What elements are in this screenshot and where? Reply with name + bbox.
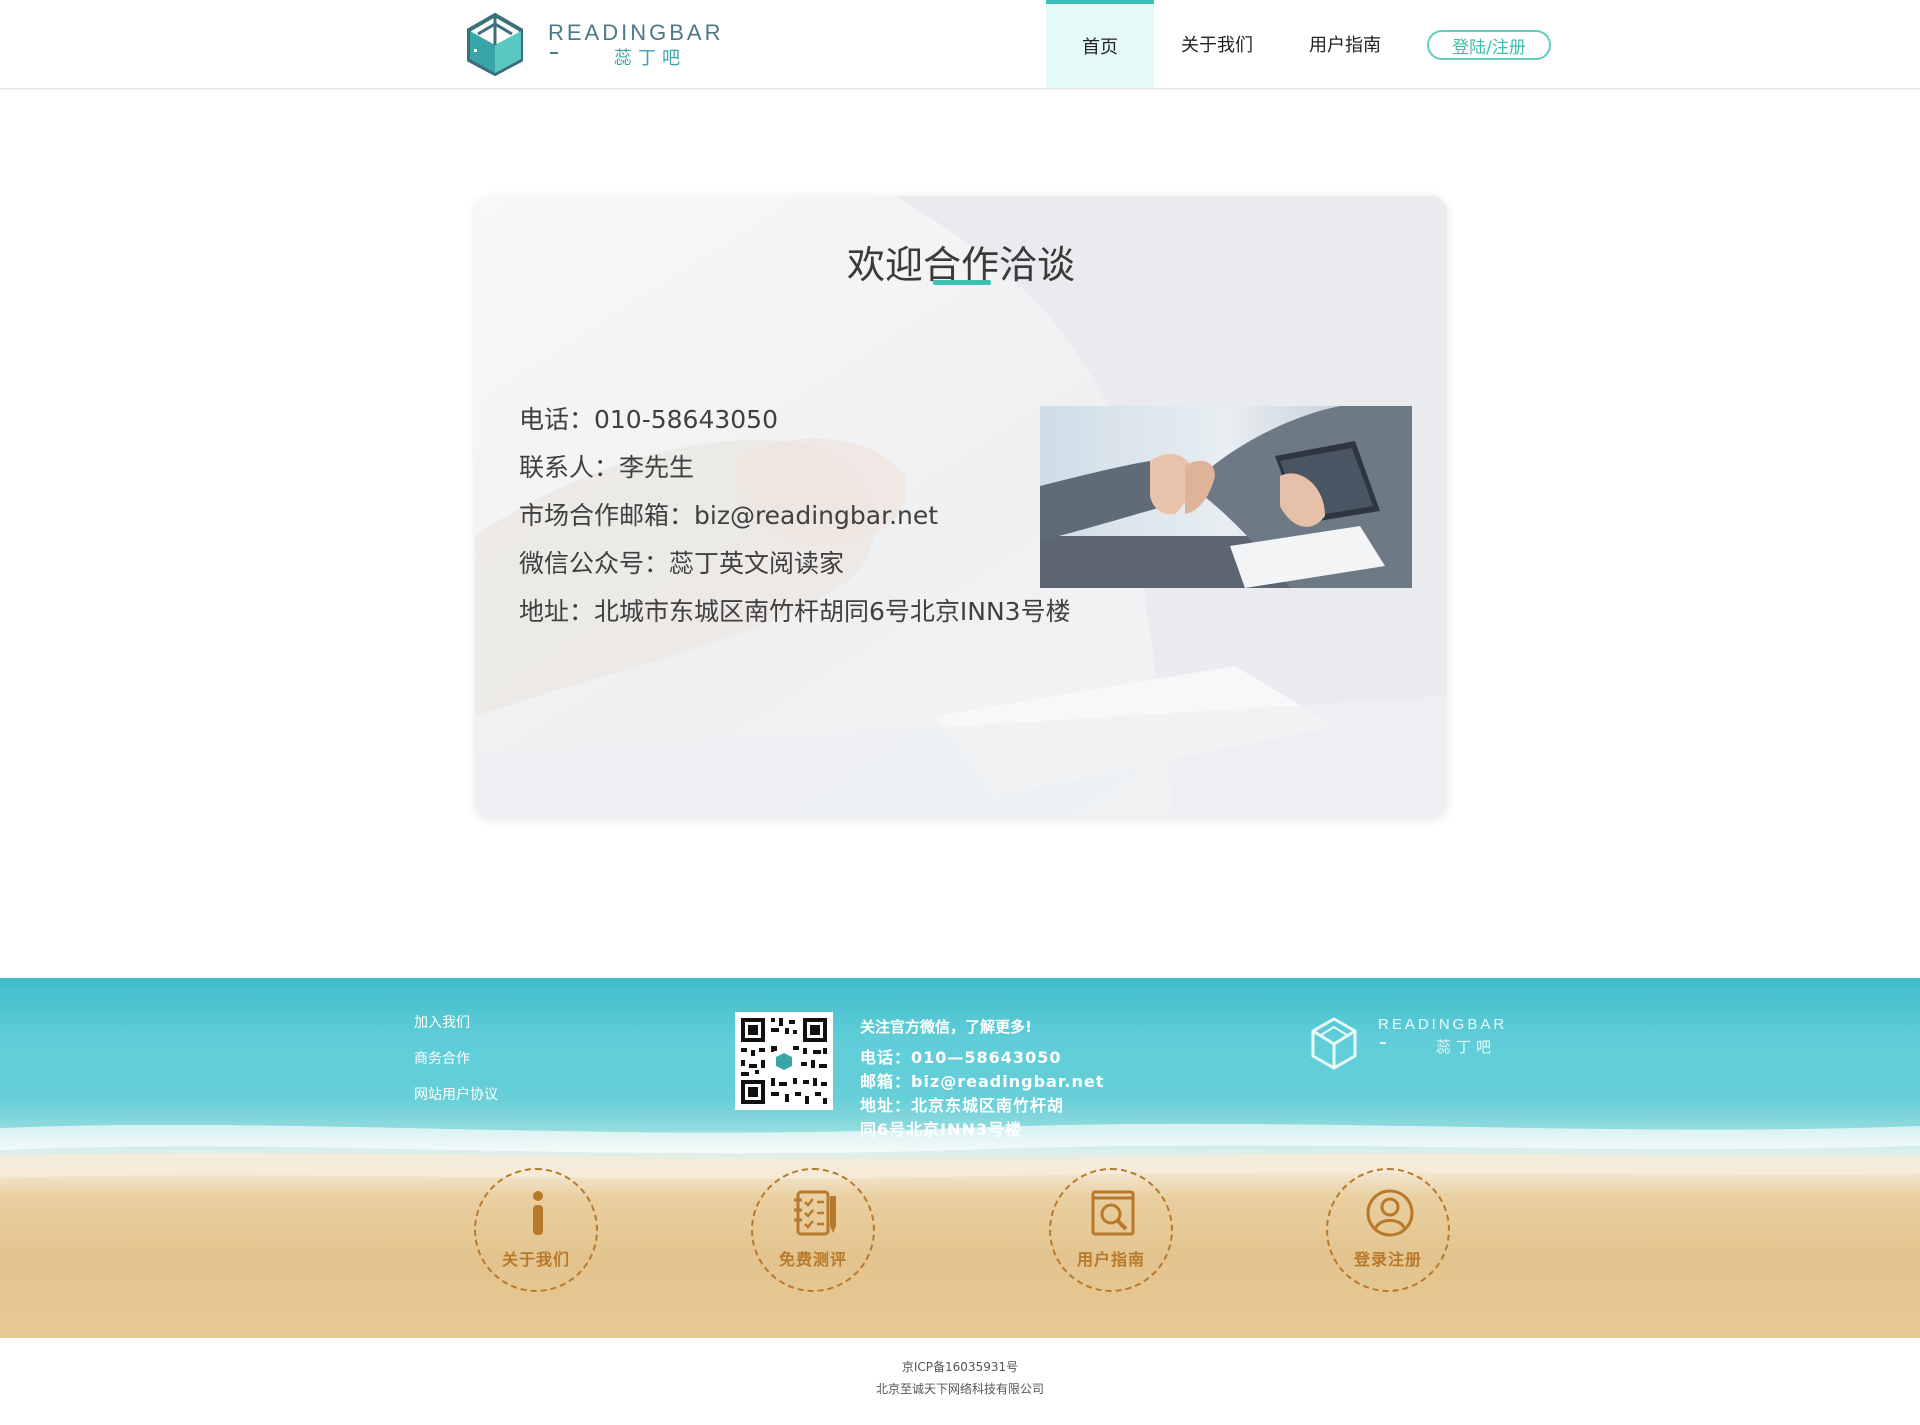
shortcut-login-register[interactable]: 登录注册 — [1326, 1168, 1450, 1292]
checklist-icon — [794, 1190, 836, 1236]
footer-phone: 电话：010—58643050 — [860, 1048, 1062, 1067]
wechat-qr-code — [735, 1012, 833, 1110]
top-header: READINGBAR 蕊丁吧 首页 关于我们 用户指南 登陆/注册 — [0, 0, 1920, 89]
logo-cube-icon — [467, 12, 523, 76]
footer-email: 邮箱：biz@readingbar.net — [860, 1072, 1105, 1091]
user-icon — [1366, 1189, 1414, 1237]
nav-user-guide[interactable]: 用户指南 — [1292, 0, 1398, 88]
shortcut-free-test[interactable]: 免费测评 — [751, 1168, 875, 1292]
handshake-photo — [1040, 406, 1412, 588]
footer-address-2: 同6号北京INN3号楼 — [860, 1120, 1023, 1139]
company-name: 北京至诚天下网络科技有限公司 — [875, 1382, 1044, 1396]
footer-contact: 关注官方微信，了解更多! 电话：010—58643050 邮箱：biz@read… — [860, 1016, 1104, 1142]
nav-home[interactable]: 首页 — [1046, 0, 1154, 88]
footer-link-join-us[interactable]: 加入我们 — [414, 1012, 498, 1048]
info-wechat: 微信公众号：蕊丁英文阅读家 — [519, 549, 845, 578]
shortcut-user-guide-label: 用户指南 — [1076, 1250, 1145, 1269]
info-phone: 电话：010-58643050 — [519, 405, 778, 434]
footer: 加入我们 商务合作 网站用户协议 关注官方微信，了解更多! 电话：010—586… — [0, 978, 1920, 1338]
login-register-button[interactable]: 登陆/注册 — [1427, 30, 1551, 60]
logo-wordmark: READINGBAR — [548, 20, 724, 45]
shortcut-free-test-label: 免费测评 — [778, 1250, 847, 1269]
footer-logo-wordmark: READINGBAR — [1378, 1016, 1508, 1033]
icp-record: 京ICP备16035931号 — [901, 1360, 1019, 1374]
book-search-icon — [1091, 1190, 1135, 1236]
shortcut-login-register-label: 登录注册 — [1353, 1250, 1422, 1269]
shortcut-about-us[interactable]: 关于我们 — [474, 1168, 598, 1292]
title-underline — [933, 280, 991, 285]
info-icon — [533, 1191, 543, 1235]
bottom-bar: 京ICP备16035931号 北京至诚天下网络科技有限公司 — [0, 1338, 1920, 1425]
site-logo[interactable]: READINGBAR 蕊丁吧 — [466, 12, 720, 76]
info-email: 市场合作邮箱：biz@readingbar.net — [519, 501, 939, 530]
footer-link-agreement[interactable]: 网站用户协议 — [414, 1084, 498, 1120]
footer-contact-title: 关注官方微信，了解更多! — [860, 1018, 1032, 1036]
shortcut-user-guide[interactable]: 用户指南 — [1049, 1168, 1173, 1292]
footer-logo-cn: 蕊丁吧 — [1436, 1038, 1497, 1056]
footer-logo-dash — [1380, 1042, 1386, 1044]
info-address: 地址：北城市东城区南竹杆胡同6号北京INN3号楼 — [519, 597, 1071, 626]
info-contact-person: 联系人：李先生 — [519, 453, 695, 482]
nav-about-us[interactable]: 关于我们 — [1164, 0, 1270, 88]
footer-links: 加入我们 商务合作 网站用户协议 — [414, 1012, 498, 1120]
contact-info: 电话：010-58643050 联系人：李先生 市场合作邮箱：biz@readi… — [519, 396, 1071, 636]
shortcut-about-us-label: 关于我们 — [501, 1250, 570, 1269]
logo-dash — [550, 52, 558, 54]
logo-cn: 蕊丁吧 — [614, 48, 686, 69]
footer-link-business[interactable]: 商务合作 — [414, 1048, 498, 1084]
cooperation-card: 欢迎合作洽谈 电话：010-58643050 联系人：李先生 市场合作邮箱：bi… — [475, 196, 1447, 818]
footer-address-1: 地址：北京东城区南竹杆胡 — [860, 1096, 1065, 1115]
footer-logo: READINGBAR 蕊丁吧 — [1310, 1016, 1510, 1072]
footer-logo-cube-icon — [1311, 1017, 1357, 1070]
